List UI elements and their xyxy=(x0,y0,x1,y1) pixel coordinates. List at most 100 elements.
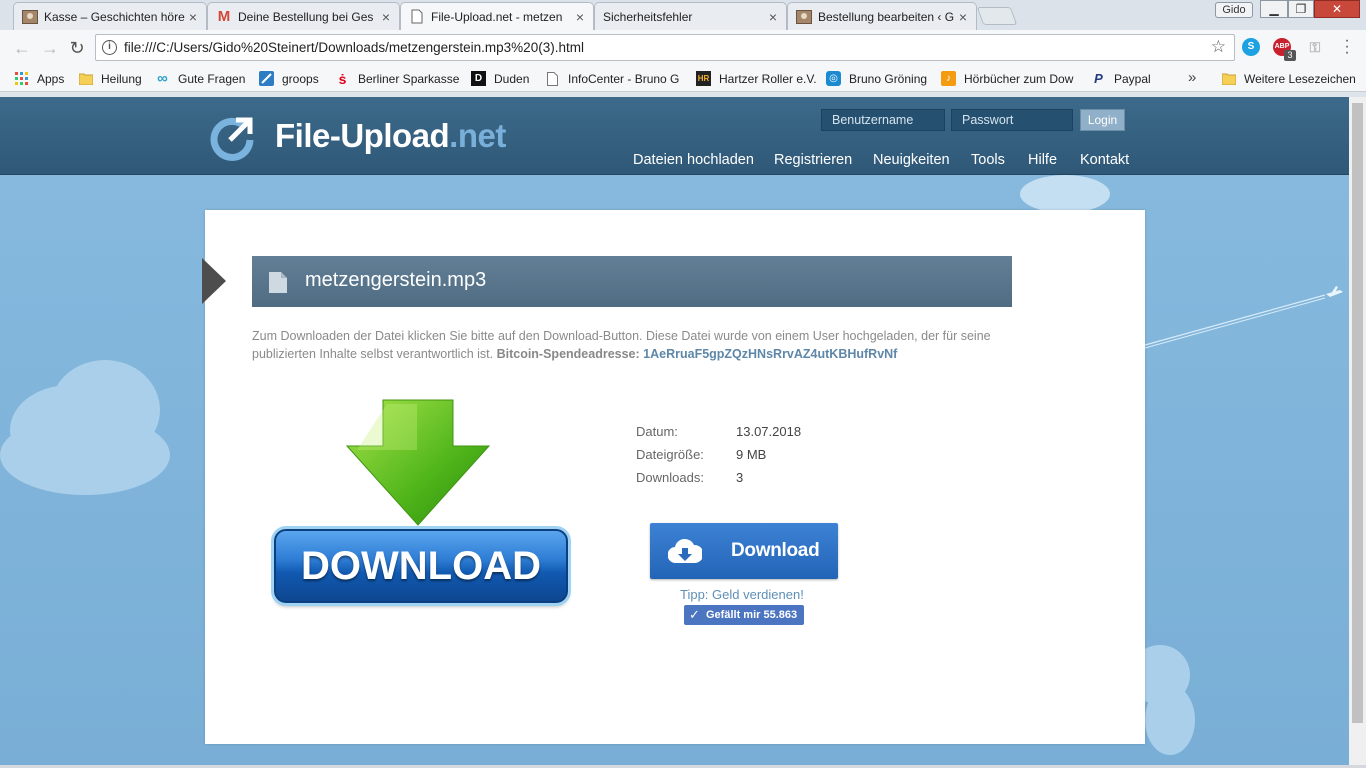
extension-badge: 3 xyxy=(1284,50,1296,61)
close-window-button[interactable]: ✕ xyxy=(1314,0,1360,18)
page-scrollbar[interactable] xyxy=(1349,97,1366,765)
bookmark-label: Hartzer Roller e.V. xyxy=(719,71,817,86)
bookmark-hoerbuecher[interactable]: ♪ Hörbücher zum Dow xyxy=(941,71,1073,86)
bookmark-apps[interactable]: Apps xyxy=(14,71,64,86)
bookmark-label: InfoCenter - Bruno G xyxy=(568,71,680,86)
new-tab-button[interactable] xyxy=(976,7,1018,25)
infinity-icon: ∞ xyxy=(157,70,168,87)
close-icon[interactable]: × xyxy=(766,10,780,24)
file-name: metzengerstein.mp3 xyxy=(305,269,487,291)
paypal-icon: P xyxy=(1094,71,1103,86)
folder-icon xyxy=(1221,71,1236,86)
bookmark-infocenter[interactable]: InfoCenter - Bruno G xyxy=(545,71,679,86)
skype-icon[interactable]: S xyxy=(1242,38,1260,56)
bookmark-label: groops xyxy=(282,71,319,86)
sparkasse-icon: ṡ xyxy=(338,70,347,87)
cloud-download-icon xyxy=(668,538,702,564)
meta-label-datum: Datum: xyxy=(636,424,678,439)
bookmark-hartzer-roller[interactable]: HR Hartzer Roller e.V. xyxy=(696,71,817,86)
bookmark-heilung[interactable]: Heilung xyxy=(78,71,142,86)
nav-dateien-hochladen[interactable]: Dateien hochladen xyxy=(633,152,754,168)
tab-gmail[interactable]: M Deine Bestellung bei Ges × xyxy=(207,2,400,30)
big-download-button[interactable]: DOWNLOAD xyxy=(274,529,568,603)
file-icon xyxy=(269,272,287,293)
bookmark-label: Berliner Sparkasse xyxy=(358,71,460,86)
minimize-button[interactable]: ▁ xyxy=(1260,0,1288,18)
star-icon[interactable]: ☆ xyxy=(1211,37,1226,57)
scrollbar-thumb[interactable] xyxy=(1352,103,1363,723)
green-download-arrow-icon[interactable] xyxy=(345,398,491,528)
bookmark-label: Bruno Gröning xyxy=(849,71,928,86)
reload-icon[interactable]: ↻ xyxy=(67,38,87,58)
hr-icon: HR xyxy=(696,71,711,86)
file-description: Zum Downloaden der Datei klicken Sie bit… xyxy=(252,327,1032,363)
browser-toolbar: ← → ↻ i file:///C:/Users/Gido%20Steinert… xyxy=(0,30,1366,66)
tab-title: Bestellung bearbeiten ‹ G xyxy=(818,9,955,24)
info-icon[interactable]: i xyxy=(102,40,117,55)
nav-hilfe[interactable]: Hilfe xyxy=(1028,152,1057,168)
nav-neuigkeiten[interactable]: Neuigkeiten xyxy=(873,152,950,168)
username-input[interactable]: Benutzername xyxy=(821,109,945,131)
close-icon[interactable]: × xyxy=(186,10,200,24)
page-icon xyxy=(545,71,560,86)
tab-title: Kasse – Geschichten höre xyxy=(44,9,185,24)
photo-icon xyxy=(22,9,38,25)
download-button[interactable]: Download xyxy=(650,523,838,579)
password-input[interactable]: Passwort xyxy=(951,109,1073,131)
bookmark-label: Paypal xyxy=(1114,71,1151,86)
bookmark-label: Gute Fragen xyxy=(178,71,246,86)
meta-value-downloads: 3 xyxy=(736,470,744,485)
back-icon[interactable]: ← xyxy=(12,38,32,58)
forward-icon[interactable]: → xyxy=(40,38,60,58)
login-button[interactable]: Login xyxy=(1080,109,1125,131)
photo-icon xyxy=(796,9,812,25)
tab-title: Sicherheitsfehler xyxy=(603,9,693,24)
close-icon[interactable]: × xyxy=(573,10,587,24)
close-icon[interactable]: × xyxy=(379,10,393,24)
bookmark-duden[interactable]: D Duden xyxy=(471,71,529,86)
nav-registrieren[interactable]: Registrieren xyxy=(774,152,852,168)
page-viewport: File-Upload.net Benutzername Passwort Lo… xyxy=(0,97,1349,765)
site-logo[interactable]: File-Upload.net xyxy=(275,117,506,155)
apps-grid-icon xyxy=(14,71,29,86)
cloud-decoration xyxy=(0,415,170,495)
menu-icon[interactable]: · · · xyxy=(1340,33,1354,61)
tip-link[interactable]: Tipp: Geld verdienen! xyxy=(680,587,804,602)
bookmarks-overflow-button[interactable]: » xyxy=(1188,69,1196,86)
globe-icon: ◎ xyxy=(826,71,841,86)
bookmark-bruno-groening[interactable]: ◎ Bruno Gröning xyxy=(826,71,927,86)
maximize-button[interactable]: ❐ xyxy=(1288,0,1314,18)
triangle-marker-icon xyxy=(202,258,226,304)
bookmark-label: Hörbücher zum Dow xyxy=(964,71,1074,86)
duden-icon: D xyxy=(471,71,486,86)
lock-extension-icon[interactable]: ⚿ xyxy=(1306,38,1324,56)
bookmark-gute-fragen[interactable]: ∞ Gute Fragen xyxy=(155,70,246,87)
bookmark-berliner-sparkasse[interactable]: ṡ Berliner Sparkasse xyxy=(335,70,460,87)
download-card: metzengerstein.mp3 Zum Downloaden der Da… xyxy=(202,210,1145,744)
bookmark-other[interactable]: Weitere Lesezeichen xyxy=(1221,71,1356,86)
bookmark-groops[interactable]: groops xyxy=(259,71,319,86)
upload-logo-icon xyxy=(210,117,254,161)
tab-kasse[interactable]: Kasse – Geschichten höre × xyxy=(13,2,207,30)
close-icon[interactable]: × xyxy=(956,10,970,24)
meta-value-datum: 13.07.2018 xyxy=(736,424,802,439)
facebook-like-button[interactable]: ✓ Gefällt mir 55.863 xyxy=(684,605,804,625)
site-header: File-Upload.net Benutzername Passwort Lo… xyxy=(0,97,1349,175)
file-title-bar: metzengerstein.mp3 xyxy=(252,256,1012,307)
browser-tabstrip: Kasse – Geschichten höre × M Deine Beste… xyxy=(0,0,1366,30)
document-icon xyxy=(409,9,425,25)
tab-bestellung[interactable]: Bestellung bearbeiten ‹ G × xyxy=(787,2,977,30)
bookmark-paypal[interactable]: P Paypal xyxy=(1091,71,1151,86)
address-bar[interactable]: i file:///C:/Users/Gido%20Steinert/Downl… xyxy=(95,34,1235,61)
profile-button[interactable]: Gido xyxy=(1215,2,1253,18)
tab-sicherheitsfehler[interactable]: Sicherheitsfehler × xyxy=(594,2,787,30)
audiobook-icon: ♪ xyxy=(941,71,956,86)
tab-file-upload[interactable]: File-Upload.net - metzen × xyxy=(400,2,594,30)
nav-kontakt[interactable]: Kontakt xyxy=(1080,152,1129,168)
gmail-icon: M xyxy=(217,8,231,25)
bookmark-label: Duden xyxy=(494,71,530,86)
folder-icon xyxy=(78,71,93,86)
nav-tools[interactable]: Tools xyxy=(971,152,1005,168)
url-text[interactable]: file:///C:/Users/Gido%20Steinert/Downloa… xyxy=(124,40,584,55)
download-label: Download xyxy=(731,540,820,561)
